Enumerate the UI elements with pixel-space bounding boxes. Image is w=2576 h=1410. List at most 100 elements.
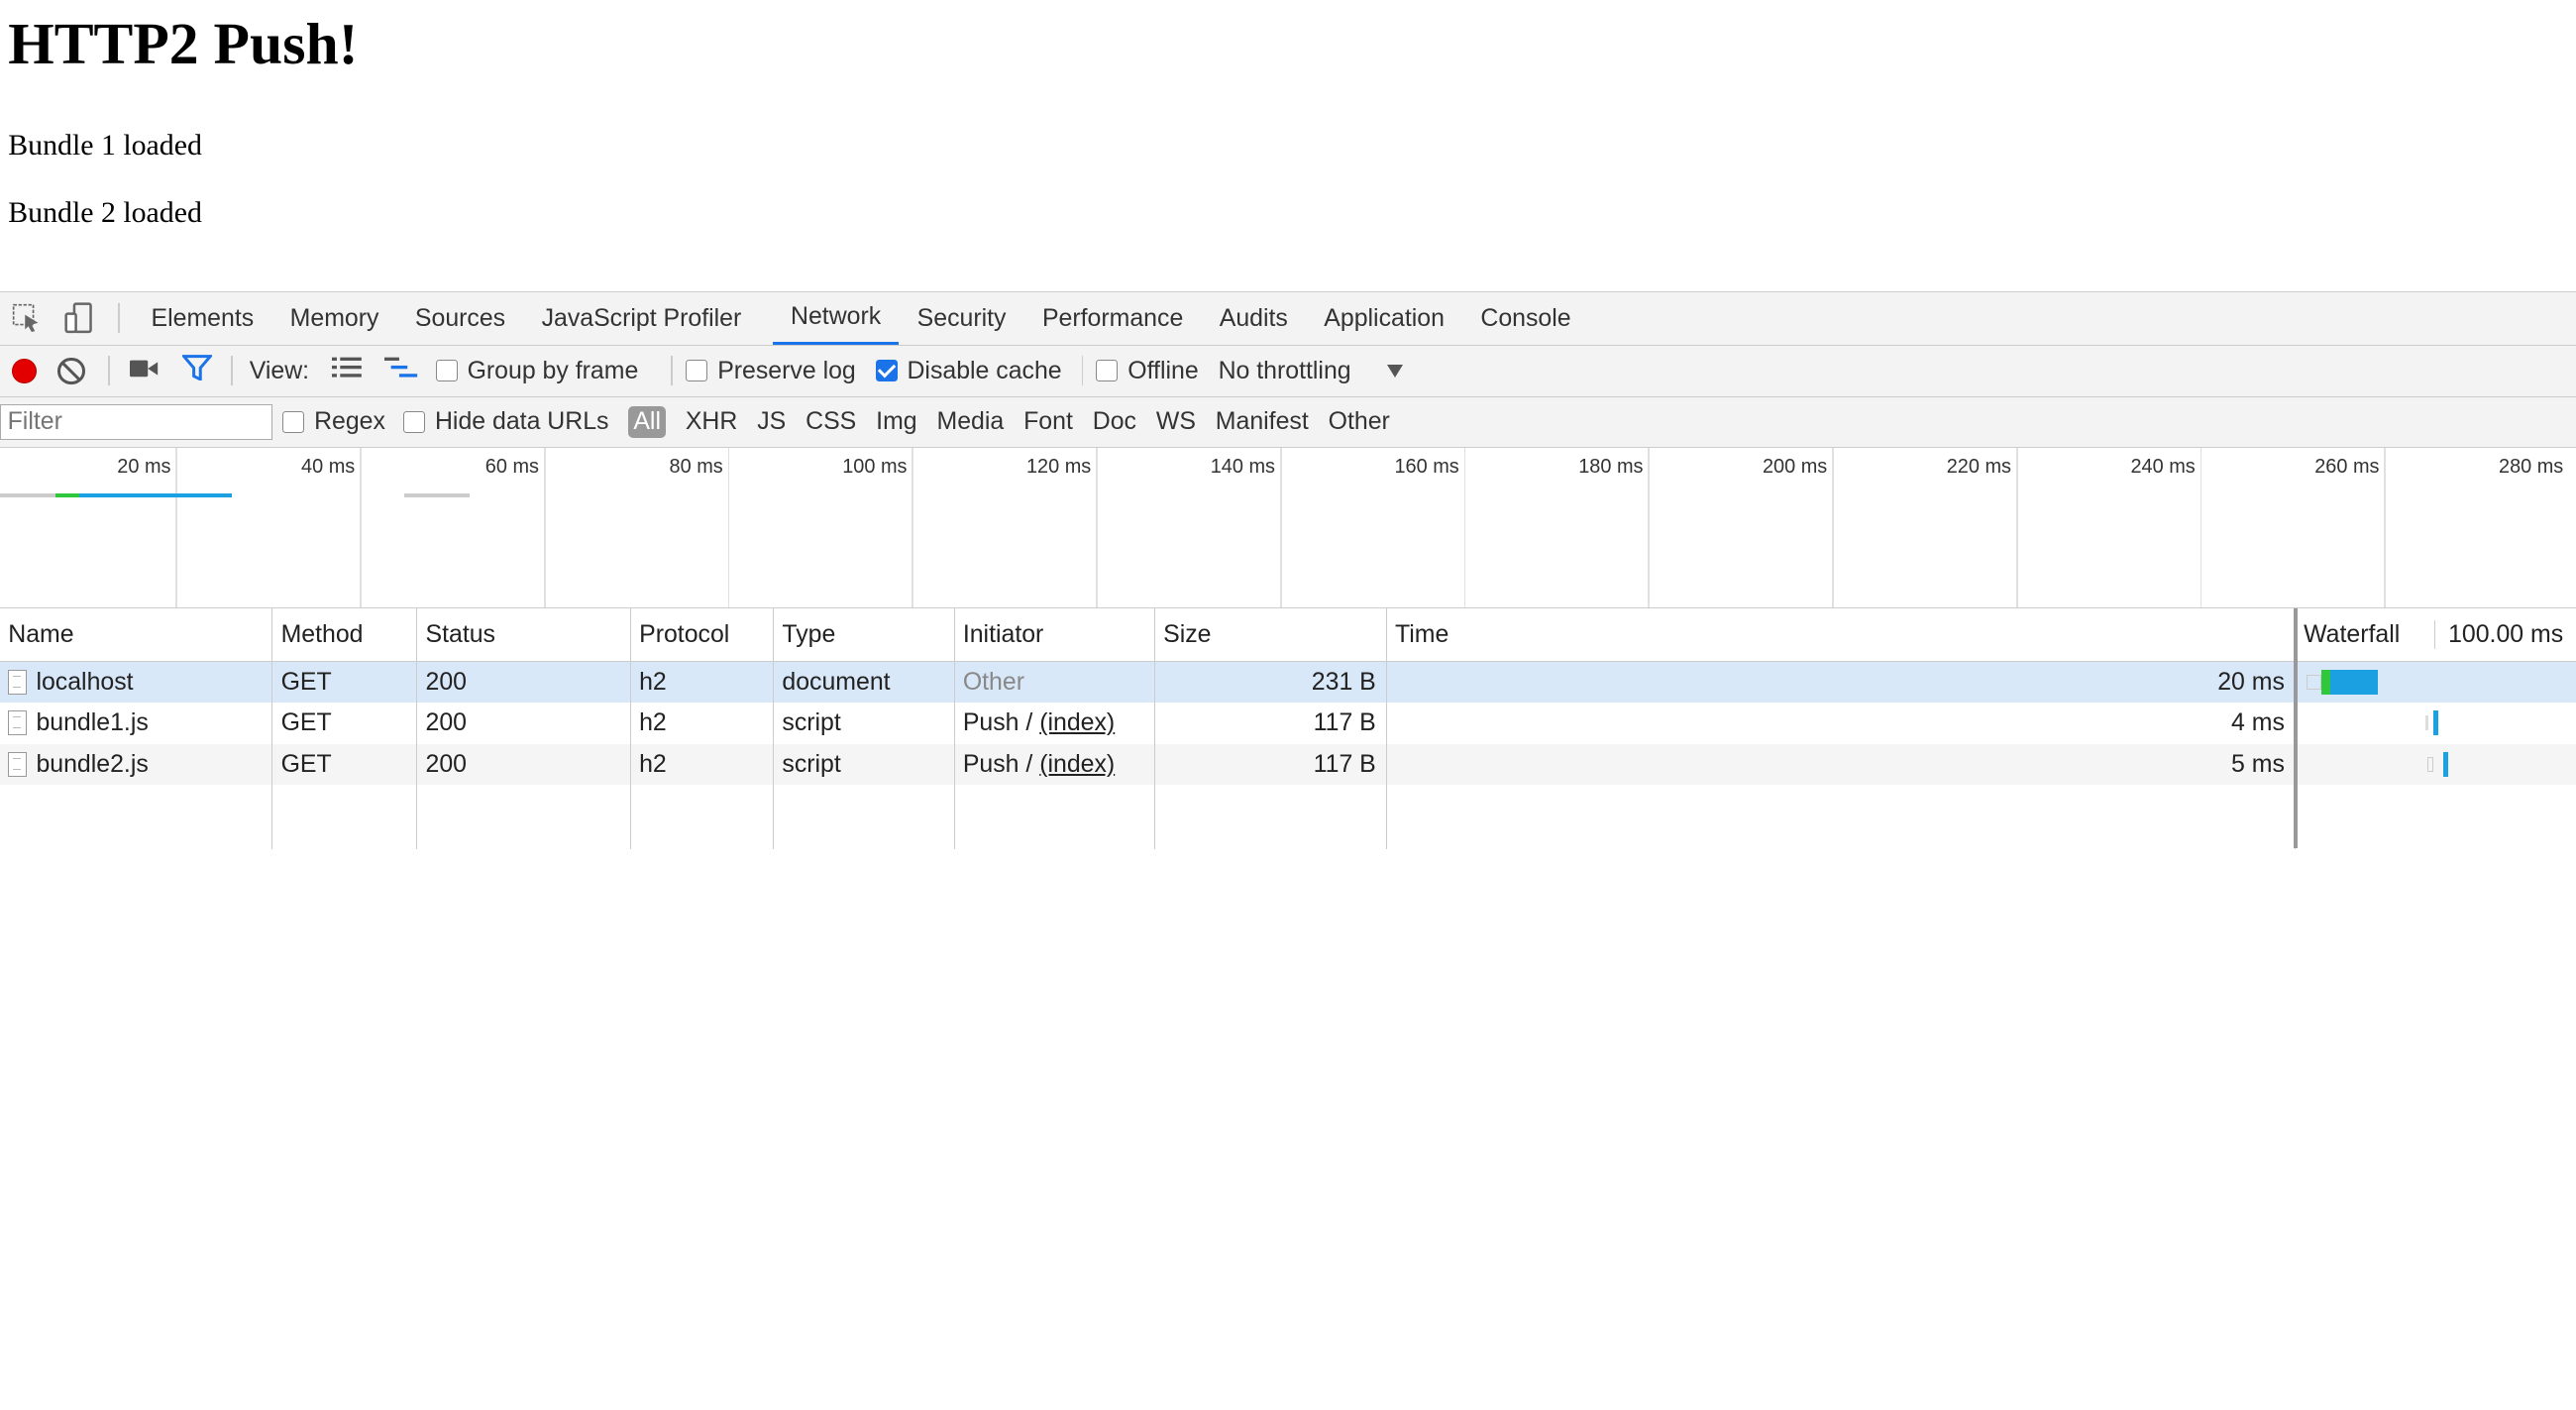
filter-type-other[interactable]: Other	[1329, 407, 1390, 436]
column-header-type[interactable]: Type	[774, 607, 955, 661]
overview-bar-localhost-ttfb	[55, 493, 79, 497]
initiator-text: Push /	[962, 708, 1040, 737]
tab-audits[interactable]: Audits	[1202, 292, 1307, 345]
offline-checkbox[interactable]	[1096, 360, 1119, 382]
table-row[interactable]: bundle2.js GET 200 h2 script Push / (ind…	[0, 743, 2576, 786]
request-waterfall	[2296, 703, 2576, 743]
filter-type-media[interactable]: Media	[937, 407, 1005, 436]
device-toolbar-icon[interactable]	[53, 292, 105, 345]
record-icon[interactable]	[11, 358, 37, 383]
chevron-down-icon[interactable]	[1387, 364, 1404, 378]
regex-checkbox[interactable]	[282, 410, 305, 433]
tab-security[interactable]: Security	[899, 292, 1023, 345]
tab-network[interactable]: Network	[772, 292, 900, 345]
request-size: 117 B	[1155, 703, 1387, 744]
throttling-select[interactable]: No throttling	[1219, 357, 1351, 385]
column-header-method[interactable]: Method	[272, 607, 418, 661]
bundle2-status: Bundle 2 loaded	[8, 196, 202, 230]
waterfall-bar-download	[2443, 751, 2449, 777]
hide-data-urls-option[interactable]: Hide data URLs	[403, 407, 608, 436]
filter-type-img[interactable]: Img	[876, 407, 916, 436]
group-by-frame-checkbox[interactable]	[435, 360, 458, 382]
overview-tick: 140 ms	[1210, 456, 1275, 479]
disable-cache-option[interactable]: Disable cache	[875, 357, 1062, 385]
show-overview-icon[interactable]	[384, 356, 418, 385]
request-protocol: h2	[631, 661, 775, 704]
waterfall-bar-queue	[2307, 674, 2322, 690]
tab-javascript-profiler[interactable]: JavaScript Profiler	[523, 292, 759, 345]
tab-application[interactable]: Application	[1306, 292, 1462, 345]
request-name-cell[interactable]: localhost	[0, 661, 273, 704]
devtools-tabbar: Elements Memory Sources JavaScript Profi…	[0, 291, 2576, 346]
large-rows-icon[interactable]	[332, 356, 363, 385]
initiator-text: Push /	[962, 749, 1040, 778]
overview-gridline	[912, 447, 914, 607]
filter-type-ws[interactable]: WS	[1156, 407, 1196, 436]
waterfall-bar-ttfb	[2321, 669, 2330, 695]
overview-bar-push	[403, 493, 471, 497]
request-size: 117 B	[1155, 743, 1387, 786]
overview-gridline	[2015, 447, 2018, 607]
column-header-initiator[interactable]: Initiator	[955, 607, 1155, 661]
waterfall-bar-download	[2329, 669, 2378, 695]
filter-type-xhr[interactable]: XHR	[686, 407, 738, 436]
column-header-size[interactable]: Size	[1155, 607, 1387, 661]
filter-bar: Regex Hide data URLs All XHR JS CSS Img …	[0, 397, 2576, 448]
filter-type-js[interactable]: JS	[757, 407, 786, 436]
disable-cache-checkbox[interactable]	[875, 360, 898, 382]
hide-data-urls-checkbox[interactable]	[403, 410, 426, 433]
preserve-log-checkbox[interactable]	[686, 360, 708, 382]
capture-screenshots-icon[interactable]	[129, 357, 160, 385]
column-header-status[interactable]: Status	[417, 607, 631, 661]
request-status: 200	[417, 703, 631, 744]
overview-tick: 160 ms	[1394, 456, 1459, 479]
group-by-frame-option[interactable]: Group by frame	[435, 356, 639, 385]
overview-gridline	[175, 447, 178, 607]
filter-icon[interactable]	[180, 354, 214, 388]
filter-type-font[interactable]: Font	[1023, 407, 1073, 436]
request-name: bundle2.js	[36, 749, 149, 778]
filter-type-doc[interactable]: Doc	[1093, 407, 1136, 436]
tab-performance[interactable]: Performance	[1024, 292, 1202, 345]
column-header-protocol[interactable]: Protocol	[631, 607, 775, 661]
filter-input[interactable]	[0, 403, 273, 441]
request-name-cell[interactable]: bundle2.js	[0, 743, 273, 786]
column-header-name[interactable]: Name	[0, 607, 273, 661]
initiator-link[interactable]: (index)	[1039, 750, 1115, 779]
overview-tick: 200 ms	[1763, 456, 1828, 479]
offline-label: Offline	[1127, 356, 1199, 384]
page: HTTP2 Push! Bundle 1 loaded Bundle 2 loa…	[0, 0, 2576, 849]
column-header-time[interactable]: Time	[1387, 607, 2296, 661]
network-overview[interactable]: 20 ms 40 ms 60 ms 80 ms 100 ms 120 ms 14…	[0, 447, 2576, 608]
filter-type-manifest[interactable]: Manifest	[1216, 407, 1309, 436]
overview-bar-localhost-download	[78, 493, 232, 497]
request-type: document	[774, 661, 955, 704]
tab-elements[interactable]: Elements	[133, 292, 271, 345]
overview-gridline	[360, 447, 362, 607]
offline-option[interactable]: Offline	[1096, 356, 1199, 385]
document-icon	[8, 710, 27, 736]
group-by-frame-label: Group by frame	[467, 356, 639, 384]
regex-option[interactable]: Regex	[282, 407, 385, 436]
request-waterfall	[2296, 662, 2576, 703]
regex-label: Regex	[314, 407, 385, 436]
filter-type-all[interactable]: All	[628, 405, 666, 439]
request-protocol: h2	[631, 743, 775, 786]
preserve-log-label: Preserve log	[717, 356, 856, 384]
overview-tick: 80 ms	[669, 456, 723, 479]
waterfall-divider[interactable]	[2294, 607, 2298, 848]
tab-sources[interactable]: Sources	[397, 292, 524, 345]
table-row[interactable]: bundle1.js GET 200 h2 script Push / (ind…	[0, 703, 2576, 744]
tab-memory[interactable]: Memory	[271, 292, 396, 345]
request-name-cell[interactable]: bundle1.js	[0, 703, 273, 744]
inspect-element-icon[interactable]	[0, 292, 53, 345]
toolbar-separator	[671, 356, 674, 386]
filler-cell	[2296, 785, 2576, 849]
filter-type-css[interactable]: CSS	[805, 407, 856, 436]
tab-console[interactable]: Console	[1462, 292, 1589, 345]
initiator-link[interactable]: (index)	[1039, 708, 1115, 737]
column-header-waterfall[interactable]: Waterfall 100.00 ms	[2296, 608, 2576, 661]
preserve-log-option[interactable]: Preserve log	[686, 356, 856, 385]
clear-icon[interactable]	[57, 357, 85, 385]
table-row[interactable]: localhost GET 200 h2 document Other 231 …	[0, 661, 2576, 704]
